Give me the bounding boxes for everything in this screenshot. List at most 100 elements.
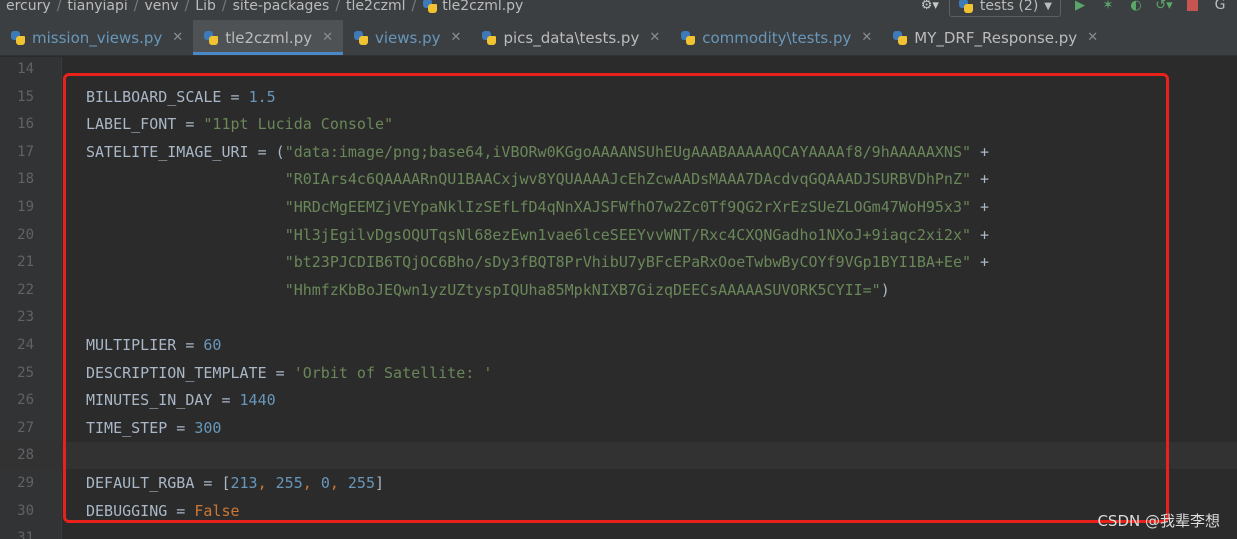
tab-views[interactable]: views.py ✕ — [343, 20, 471, 55]
run-configuration-label: tests (2) — [979, 0, 1039, 14]
code-text: "Hl3jEgilvDgsOQUTqsNl68ezEwn1vae6lceSEEY… — [86, 222, 989, 249]
navigation-bar: ercury / tianyiapi / venv / Lib / site-p… — [0, 0, 1237, 20]
tab-commodity-tests[interactable]: commodity\tests.py ✕ — [670, 20, 882, 55]
code-text: TIME_STEP = 300 — [86, 415, 221, 442]
code-text: "bt23PJCDIB6TQjOC6Bho/sDy3fBQT8PrVhibU7y… — [86, 249, 989, 276]
code-editor[interactable]: 14 15 BILLBOARD_SCALE = 1.5 16 LABEL_FONT = … — [0, 57, 1237, 539]
tab-label: commodity\tests.py — [702, 28, 852, 47]
breadcrumb-item[interactable]: site-packages — [227, 0, 336, 14]
code-text: "R0IArs4c6QAAAARnQU1BAACxjwv8YQUAAAAJcEh… — [86, 166, 989, 193]
close-icon[interactable]: ✕ — [1087, 30, 1098, 45]
code-token: + — [971, 253, 990, 272]
code-text: MULTIPLIER = 60 — [86, 332, 221, 359]
code-line[interactable]: 21 "bt23PJCDIB6TQjOC6Bho/sDy3fBQT8PrVhib… — [0, 249, 1237, 276]
code-token: "11pt Lucida Console" — [203, 115, 394, 134]
profile-icon[interactable]: ↺▾ — [1155, 0, 1173, 13]
breadcrumb-file[interactable]: tle2czml.py — [416, 0, 529, 14]
code-token: 255 — [275, 474, 303, 492]
code-token: "Hl3jEgilvDgsOQUTqsNl68ezEwn1vae6lceSEEY… — [284, 225, 972, 244]
breadcrumb-item[interactable]: Lib — [189, 0, 222, 14]
code-line[interactable]: 15 BILLBOARD_SCALE = 1.5 — [0, 84, 1237, 111]
breadcrumb: ercury / tianyiapi / venv / Lib / site-p… — [0, 0, 529, 16]
line-number: 24 — [17, 337, 34, 353]
tab-tle2czml[interactable]: tle2czml.py ✕ — [193, 20, 343, 55]
code-token: + — [971, 198, 990, 216]
python-file-icon — [353, 30, 369, 46]
line-number: 31 — [17, 530, 34, 539]
code-line[interactable]: 30 DEBUGGING = False — [0, 498, 1237, 525]
breadcrumb-item[interactable]: tianyiapi — [61, 0, 133, 14]
tab-label: MY_DRF_Response.py — [914, 28, 1078, 47]
coverage-icon[interactable]: ◐ — [1127, 0, 1145, 13]
line-number: 19 — [17, 199, 34, 215]
line-number: 17 — [17, 143, 34, 160]
python-file-icon — [422, 0, 438, 14]
code-text: LABEL_FONT = "11pt Lucida Console" — [86, 111, 393, 138]
code-line[interactable]: 14 — [0, 56, 1237, 83]
close-icon[interactable]: ✕ — [172, 30, 183, 45]
code-token: 213 — [230, 474, 258, 492]
run-configuration-select[interactable]: tests (2) ▼ — [948, 0, 1061, 17]
breadcrumb-item[interactable]: ercury — [0, 0, 57, 14]
code-line[interactable]: 18 "R0IArs4c6QAAAARnQU1BAACxjwv8YQUAAAAJ… — [0, 166, 1237, 193]
code-token: 60 — [203, 336, 222, 354]
stop-icon[interactable] — [1183, 0, 1201, 13]
code-line[interactable]: 31 — [0, 525, 1237, 539]
line-number: 20 — [17, 226, 34, 243]
code-line[interactable]: 20 "Hl3jEgilvDgsOQUTqsNl68ezEwn1vae6lceS… — [0, 222, 1237, 249]
close-icon[interactable]: ✕ — [451, 30, 462, 45]
line-number: 21 — [17, 254, 34, 271]
tab-pics-data-tests[interactable]: pics_data\tests.py ✕ — [471, 20, 670, 55]
code-line[interactable]: 19 "HRDcMgEEMZjVEYpaNklIzSEfLfD4qNnXAJSF… — [0, 194, 1237, 221]
close-icon[interactable]: ✕ — [322, 30, 333, 45]
tab-mission-views[interactable]: mission_views.py ✕ — [0, 20, 193, 55]
tab-label: views.py — [375, 28, 441, 47]
debug-icon[interactable]: ✶ — [1099, 0, 1117, 13]
code-line[interactable]: 29 DEFAULT_RGBA = [213, 255, 0, 255] — [0, 470, 1237, 497]
code-line[interactable]: 22 "HhmfzKbBoJEQwn1yzUZtyspIQUha85MpkNIX… — [0, 277, 1237, 304]
code-token: 255 — [347, 474, 375, 492]
line-number: 15 — [17, 88, 34, 105]
watermark: CSDN @我辈李想 — [1097, 512, 1220, 530]
code-line[interactable]: 23 — [0, 304, 1237, 331]
code-token: 1.5 — [248, 87, 276, 106]
code-token: + — [971, 225, 990, 244]
chevron-down-icon: ▼ — [1044, 0, 1052, 12]
code-token: + — [971, 170, 990, 189]
code-line[interactable]: 27 TIME_STEP = 300 — [0, 415, 1237, 442]
user-icon[interactable]: ⚙▾ — [921, 0, 939, 13]
code-text: DEBUGGING = False — [86, 498, 240, 525]
code-token: , — [302, 474, 321, 492]
run-icon[interactable]: ▶ — [1071, 0, 1089, 13]
code-token: ] — [375, 474, 385, 492]
code-token: TIME_STEP = — [86, 418, 195, 437]
code-token: False — [194, 501, 240, 520]
breadcrumb-item[interactable]: venv — [139, 0, 185, 14]
code-line[interactable]: 25 DESCRIPTION_TEMPLATE = 'Orbit of Satel… — [0, 360, 1237, 387]
code-line[interactable]: 26 MINUTES_IN_DAY = 1440 — [0, 387, 1237, 414]
close-icon[interactable]: ✕ — [861, 30, 872, 45]
code-token: SATELITE_IMAGE_URI = ( — [86, 142, 285, 161]
code-line[interactable]: 17 SATELITE_IMAGE_URI = ("data:image/png;… — [0, 139, 1237, 166]
code-line[interactable]: 16 LABEL_FONT = "11pt Lucida Console" — [0, 111, 1237, 138]
breadcrumb-item[interactable]: tle2czml — [340, 0, 411, 14]
line-number: 28 — [17, 447, 34, 464]
line-number: 23 — [17, 309, 34, 326]
toolbar-overflow[interactable]: G — [1211, 0, 1229, 13]
line-number: 26 — [17, 392, 34, 409]
code-token: DEBUGGING = — [86, 501, 195, 520]
code-line[interactable]: 24 MULTIPLIER = 60 — [0, 332, 1237, 359]
code-token: DEFAULT_RGBA = [ — [86, 474, 231, 492]
code-token: DESCRIPTION_TEMPLATE = — [86, 363, 294, 382]
line-number: 22 — [17, 281, 34, 298]
code-line[interactable]: 28 — [0, 442, 1237, 470]
code-token: 1440 — [239, 391, 276, 410]
line-number: 14 — [17, 61, 34, 77]
line-number: 30 — [17, 502, 34, 519]
tab-my-drf-response[interactable]: MY_DRF_Response.py ✕ — [882, 20, 1108, 55]
close-icon[interactable]: ✕ — [649, 30, 660, 45]
code-token: "HhmfzKbBoJEQwn1yzUZtyspIQUha85MpkNIXB7G… — [284, 280, 881, 299]
code-token: MULTIPLIER = — [86, 336, 204, 354]
